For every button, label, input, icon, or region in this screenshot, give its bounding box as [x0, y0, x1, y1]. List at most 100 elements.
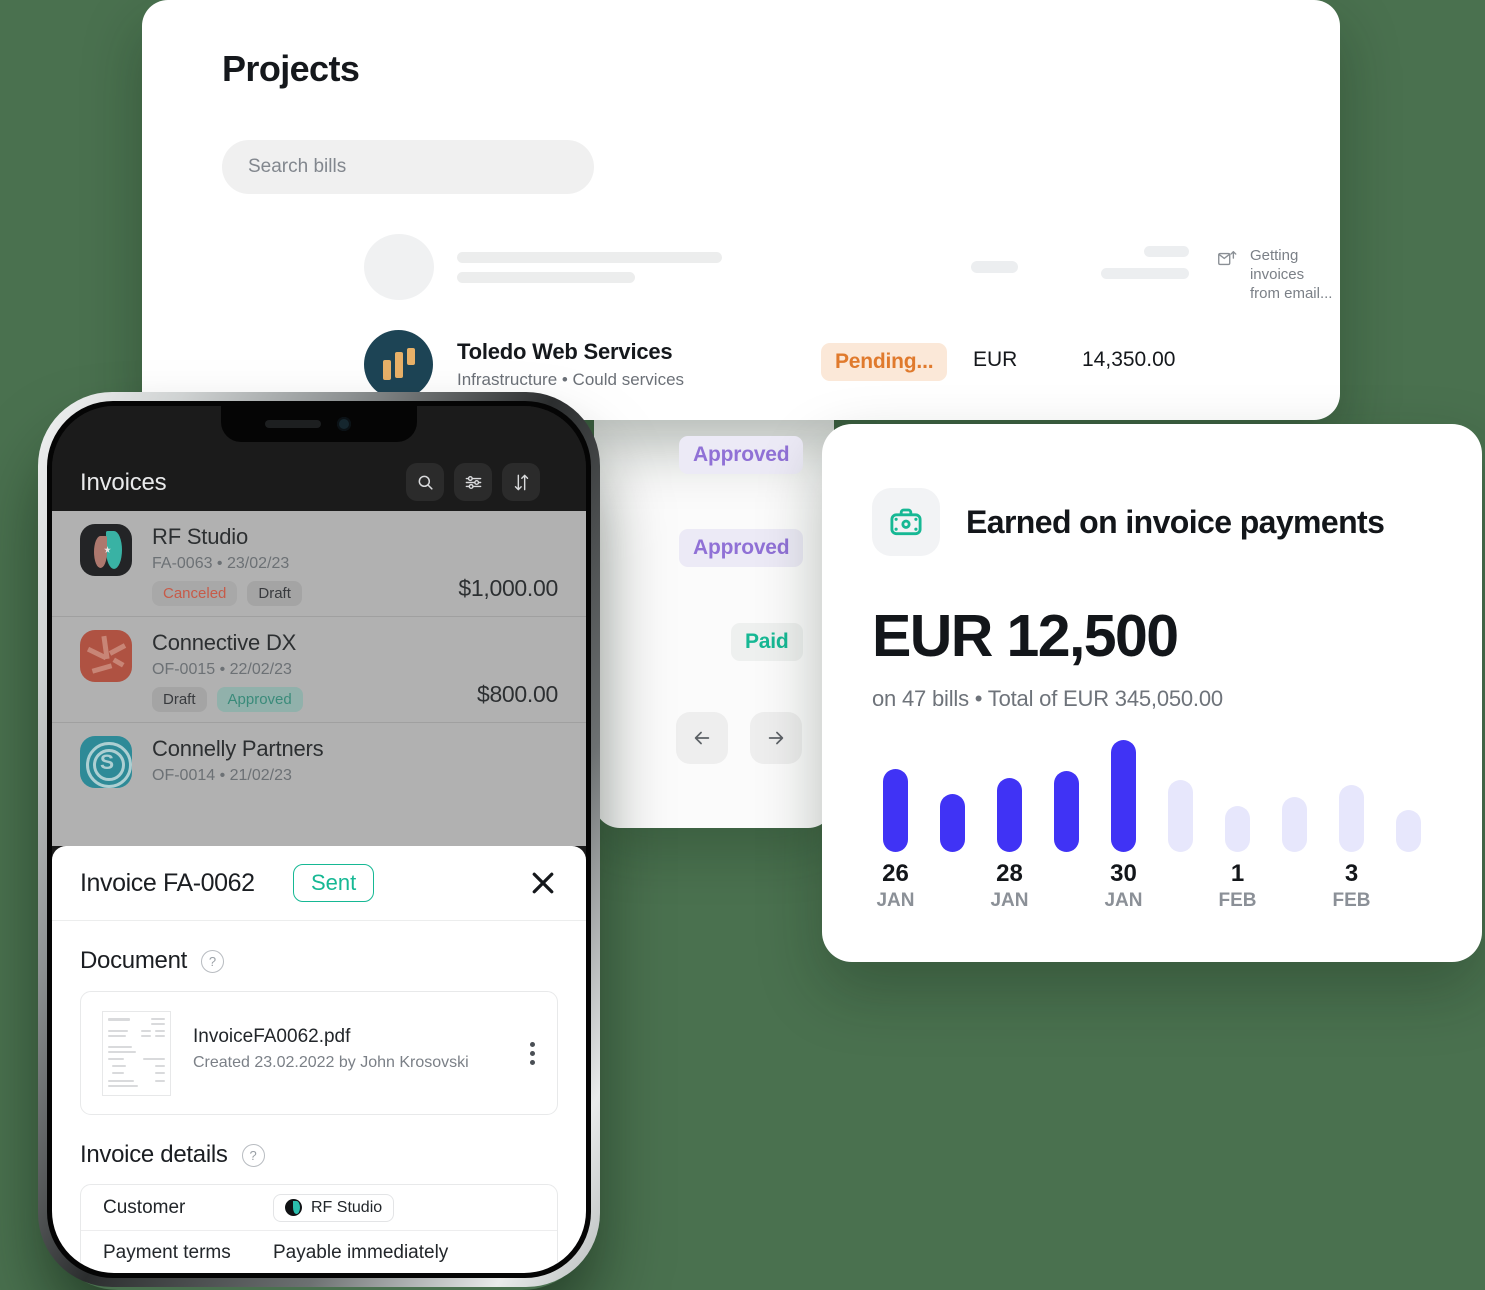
invoice-list-item[interactable]: Connective DX OF-0015 • 22/02/23 Draft Appr… — [52, 616, 586, 722]
chart-bar — [1225, 806, 1250, 852]
invoice-details-table: Customer RF Studio Payment terms Payable im… — [80, 1184, 558, 1273]
chart-x-tick — [1380, 860, 1437, 920]
filter-icon[interactable] — [454, 463, 492, 501]
chart-tick-month: FEB — [1332, 890, 1371, 912]
chart-bar — [997, 778, 1022, 852]
arrow-left-icon — [694, 731, 710, 745]
detail-row: Payment terms Payable immediately — [81, 1230, 557, 1273]
status-badge-approved-1[interactable]: Approved — [679, 436, 804, 474]
pagination-prev-button[interactable] — [676, 712, 728, 764]
project-row[interactable]: Toledo Web Services Infrastructure • Cou… — [364, 330, 684, 399]
thumbnail-text-line — [151, 1018, 165, 1020]
phone-mockup: Invoices RF Studio FA-0063 • 23/02/23 Ca… — [38, 392, 600, 1287]
thumbnail-text-line — [108, 1030, 128, 1032]
customer-chip[interactable]: RF Studio — [273, 1193, 395, 1222]
sheet-title: Invoice FA-0062 — [80, 869, 255, 897]
chart-tick-day: 28 — [996, 860, 1023, 887]
detail-key: Payment terms — [103, 1242, 231, 1263]
sheet-header: Invoice FA-0062 Sent — [52, 846, 586, 921]
chart-x-tick — [1038, 860, 1095, 920]
skeleton-line-1 — [457, 252, 722, 263]
thumbnail-text-line — [108, 1051, 136, 1053]
chart-bar-cell — [1266, 732, 1323, 852]
invoice-detail-sheet: Invoice FA-0062 Sent Document ? InvoiceF… — [52, 846, 586, 1273]
status-badge-canceled[interactable]: Canceled — [152, 581, 238, 606]
thumbnail-text-line — [155, 1035, 165, 1037]
chart-tick-day: 1 — [1230, 860, 1245, 887]
document-section-header: Document ? — [52, 947, 586, 975]
rf-studio-logo-icon — [80, 524, 132, 576]
earnings-bar-chart: 26 JAN 28 JAN 30 JAN 1 FEB 3 FEB — [867, 732, 1437, 922]
chart-bar — [1168, 780, 1193, 852]
briefcase-money-icon — [872, 488, 940, 556]
thumbnail-text-line — [155, 1080, 165, 1082]
invoice-meta: OF-0015 • 22/02/23 — [152, 661, 292, 678]
invoice-list[interactable]: RF Studio FA-0063 • 23/02/23 Canceled Draft… — [52, 511, 586, 846]
earnings-subtitle: on 47 bills • Total of EUR 345,050.00 — [872, 686, 1223, 711]
invoice-list-item[interactable]: S Connelly Partners OF-0014 • 21/02/23 — [52, 722, 586, 798]
thumbnail-text-line — [108, 1046, 132, 1048]
email-sync-text: Getting invoices from email... — [1250, 246, 1340, 304]
status-badge-paid[interactable]: Paid — [731, 623, 803, 661]
phone-screen: Invoices RF Studio FA-0063 • 23/02/23 Ca… — [52, 406, 586, 1273]
stage: Projects Getting invoices from email... — [0, 0, 1485, 1287]
invoice-list-item[interactable]: RF Studio FA-0063 • 23/02/23 Canceled Draft… — [52, 511, 586, 616]
thumbnail-text-line — [155, 1030, 165, 1032]
chart-bar — [1111, 740, 1136, 852]
earnings-title: Earned on invoice payments — [966, 503, 1385, 540]
sort-icon[interactable] — [502, 463, 540, 501]
thumbnail-text-line — [141, 1035, 151, 1037]
status-badge-approved-2[interactable]: Approved — [679, 529, 804, 567]
chart-tick-month: JAN — [876, 890, 915, 912]
pdf-thumbnail-icon — [102, 1011, 171, 1096]
status-badge-approved[interactable]: Approved — [216, 687, 303, 712]
chart-tick-month: JAN — [1104, 890, 1143, 912]
chart-x-tick: 1 FEB — [1209, 860, 1266, 920]
pagination-next-button[interactable] — [750, 712, 802, 764]
chart-bar-cell — [924, 732, 981, 852]
invoice-company-name: Connective DX — [152, 630, 297, 655]
arrow-right-icon — [768, 731, 784, 745]
chart-bar-cell — [1095, 732, 1152, 852]
search-icon[interactable] — [406, 463, 444, 501]
project-name: Toledo Web Services — [457, 339, 673, 364]
thumbnail-text-line — [108, 1080, 134, 1082]
chart-bar-cell — [1380, 732, 1437, 852]
thumbnail-text-line — [112, 1072, 124, 1074]
thumbnail-text-line — [108, 1035, 126, 1037]
chart-x-tick: 26 JAN — [867, 860, 924, 920]
detail-row: Customer RF Studio — [81, 1185, 557, 1230]
invoice-amount: $800.00 — [476, 681, 558, 707]
details-section-header: Invoice details ? — [52, 1141, 586, 1169]
chart-bar-cell — [1323, 732, 1380, 852]
close-icon[interactable] — [528, 868, 558, 898]
chart-x-tick — [1266, 860, 1323, 920]
document-file-meta: Created 23.02.2022 by John Krosovski — [193, 1054, 469, 1071]
connelly-partners-logo-icon: S — [80, 736, 132, 788]
chart-x-tick — [924, 860, 981, 920]
status-badge-draft[interactable]: Draft — [152, 687, 207, 712]
skeleton-line-2 — [457, 272, 635, 283]
chart-x-axis-labels: 26 JAN 28 JAN 30 JAN 1 FEB 3 FEB — [867, 860, 1437, 920]
thumbnail-text-line — [143, 1058, 165, 1060]
help-icon[interactable]: ? — [241, 1143, 265, 1167]
connective-dx-logo-icon — [80, 630, 132, 682]
status-badge-pending[interactable]: Pending... — [821, 343, 948, 381]
chart-bar — [1282, 797, 1307, 852]
chart-bar — [1339, 785, 1364, 852]
detail-key: Customer — [103, 1196, 186, 1218]
email-sync-status: Getting invoices from email... — [1216, 246, 1340, 304]
page-title: Projects — [222, 48, 360, 89]
search-input[interactable] — [222, 140, 594, 194]
help-icon[interactable]: ? — [200, 949, 224, 973]
detail-value: Payable immediately — [273, 1242, 449, 1263]
thumbnail-text-line — [151, 1023, 165, 1025]
document-card[interactable]: InvoiceFA0062.pdf Created 23.02.2022 by … — [80, 991, 558, 1115]
email-sync-line-2: from email... — [1249, 285, 1333, 303]
phone-bezel: Invoices RF Studio FA-0063 • 23/02/23 Ca… — [47, 401, 591, 1278]
chart-bar — [883, 769, 908, 852]
kebab-menu-icon[interactable] — [530, 1042, 535, 1065]
status-badge-sent[interactable]: Sent — [293, 864, 375, 902]
earnings-amount: EUR 12,500 — [872, 603, 1179, 669]
status-badge-draft[interactable]: Draft — [247, 581, 302, 606]
